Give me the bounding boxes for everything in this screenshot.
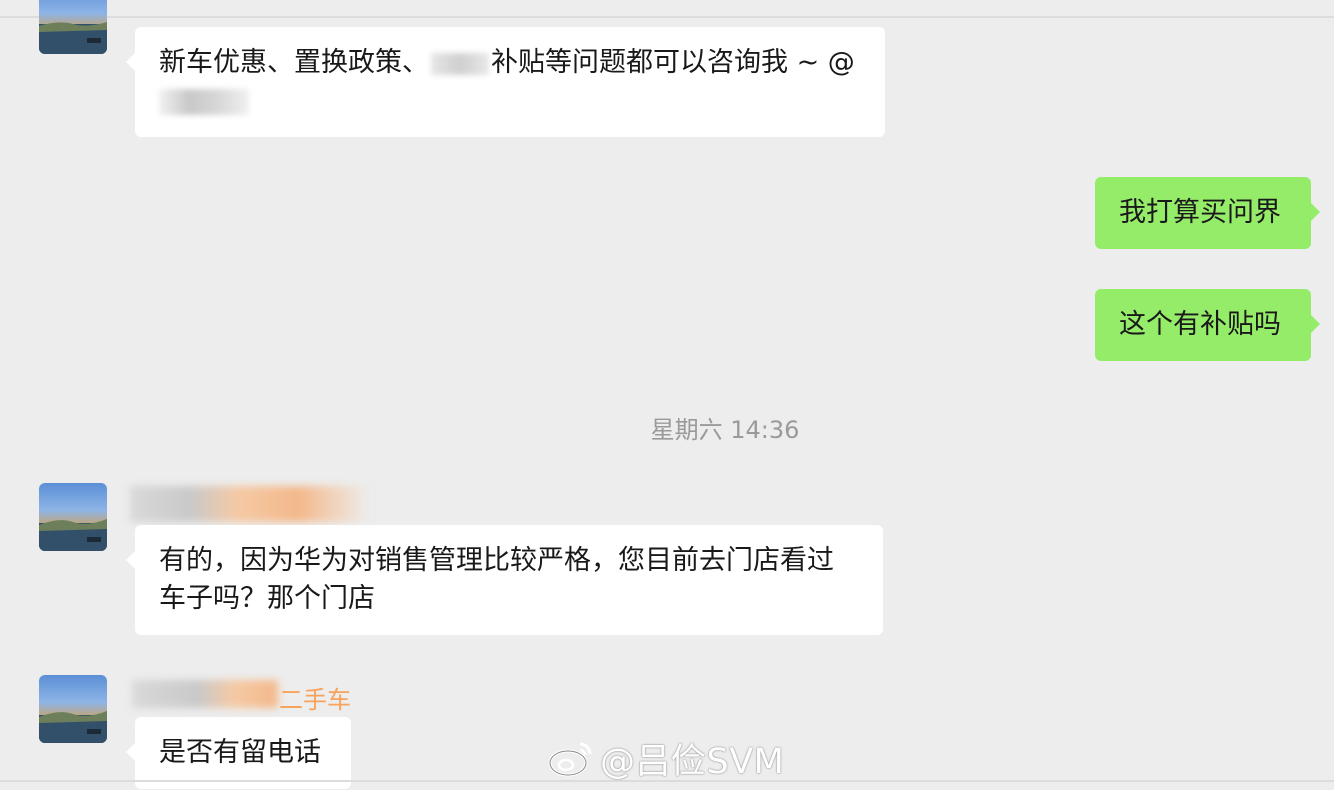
message-bubble-outgoing[interactable]: 这个有补贴吗 — [1095, 289, 1320, 361]
sender-nickname: 二手车 — [279, 686, 351, 714]
redacted-blur — [431, 52, 489, 75]
message-bubble-incoming[interactable]: 是否有留电话 — [126, 717, 351, 789]
watermark: @吕俭SVM — [548, 733, 784, 783]
contact-avatar[interactable] — [39, 0, 107, 54]
message-text: 新车优惠、置换政策、 — [159, 47, 429, 78]
redacted-mention-blur — [159, 88, 249, 115]
message-text: 补贴等问题都可以咨询我 ~ @ — [491, 47, 855, 78]
nickname-redacted-blur — [132, 680, 278, 708]
contact-avatar[interactable] — [39, 675, 107, 743]
message-bubble-incoming[interactable]: 有的，因为华为对销售管理比较严格，您目前去门店看过 车子吗？那个门店 — [126, 525, 883, 635]
message-text: 是否有留电话 — [159, 737, 321, 768]
message-bubble-incoming[interactable]: 新车优惠、置换政策、 补贴等问题都可以咨询我 ~ @ — [126, 27, 885, 137]
watermark-text: @吕俭SVM — [600, 741, 785, 782]
message-bubble-outgoing[interactable]: 我打算买问界 — [1095, 177, 1320, 249]
weibo-icon — [548, 742, 592, 777]
message-text: 这个有补贴吗 — [1119, 309, 1281, 340]
message-text: 车子吗？那个门店 — [159, 583, 375, 614]
contact-avatar[interactable] — [39, 483, 107, 551]
top-divider — [0, 16, 1334, 18]
chat-timestamp: 星期六 14:36 — [650, 416, 800, 444]
message-text: 有的，因为华为对销售管理比较严格，您目前去门店看过 — [159, 545, 834, 576]
message-text: 我打算买问界 — [1119, 197, 1281, 228]
nickname-redacted-blur — [130, 486, 370, 522]
